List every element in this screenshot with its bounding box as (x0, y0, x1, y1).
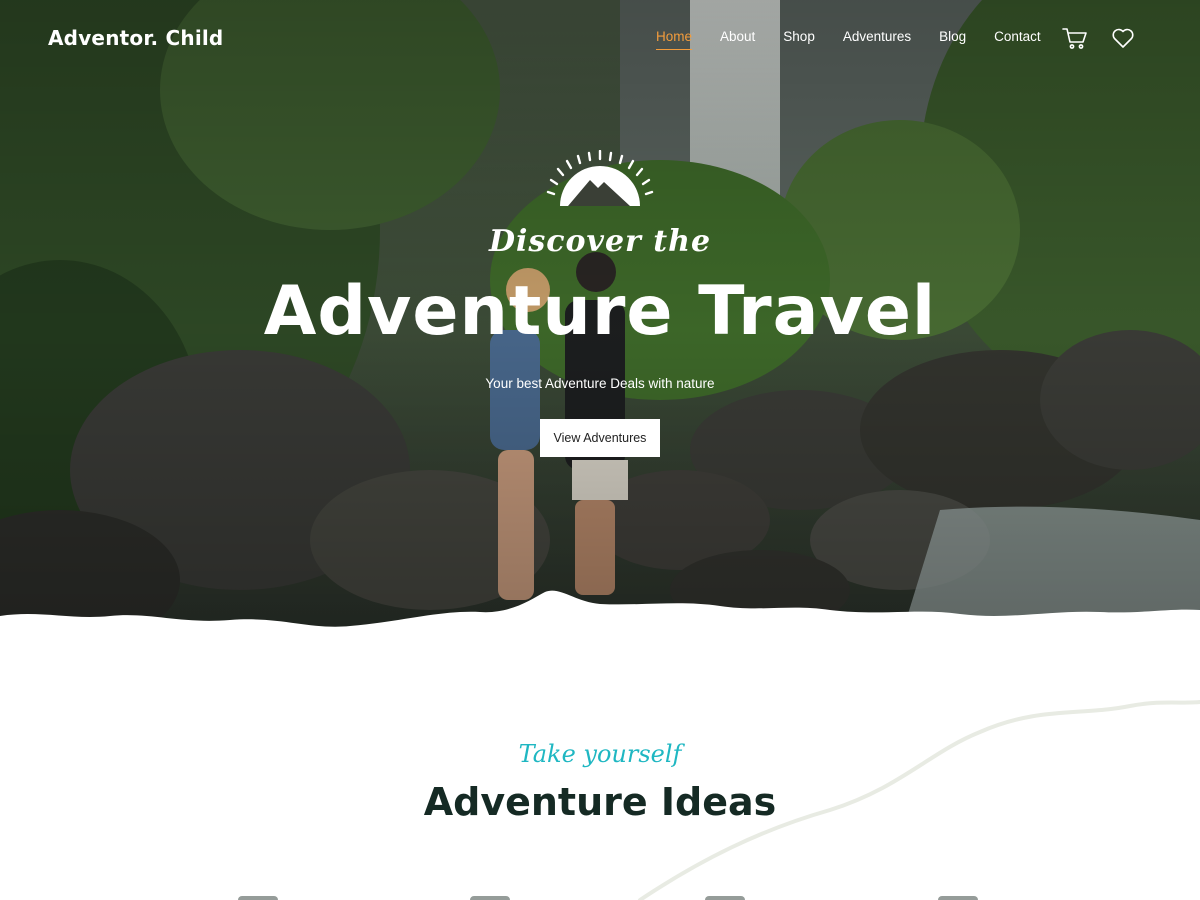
nav-item-home[interactable]: Home (656, 29, 693, 50)
adventure-ideas-section: Take yourself Adventure Ideas (0, 660, 1200, 900)
hero-subtitle: Your best Adventure Deals with nature (485, 376, 715, 391)
card-peek-2 (470, 896, 510, 900)
cart-icon[interactable] (1062, 26, 1088, 50)
sun-mountain-icon (546, 150, 654, 206)
main-nav: Home About Shop Adventures Blog Contact (640, 29, 1069, 50)
wave-divider (0, 590, 1200, 680)
nav-item-blog[interactable]: Blog (939, 29, 966, 50)
nav-item-about[interactable]: About (720, 29, 755, 50)
card-peek-4 (938, 896, 978, 900)
nav-item-contact[interactable]: Contact (994, 29, 1041, 50)
site-header: Adventor. Child Home About Shop Adventur… (0, 0, 1200, 76)
nav-item-adventures[interactable]: Adventures (843, 29, 911, 50)
card-peek-3 (705, 896, 745, 900)
nav-item-shop[interactable]: Shop (783, 29, 815, 50)
section-title: Adventure Ideas (423, 780, 777, 824)
hero-script-heading: Discover the (488, 224, 712, 259)
section-script-heading: Take yourself (518, 740, 682, 768)
hero-title: Adventure Travel (263, 272, 937, 351)
heart-icon[interactable] (1111, 26, 1135, 50)
view-adventures-button[interactable]: View Adventures (540, 419, 660, 457)
site-logo[interactable]: Adventor. Child (48, 26, 223, 50)
card-peek-1 (238, 896, 278, 900)
